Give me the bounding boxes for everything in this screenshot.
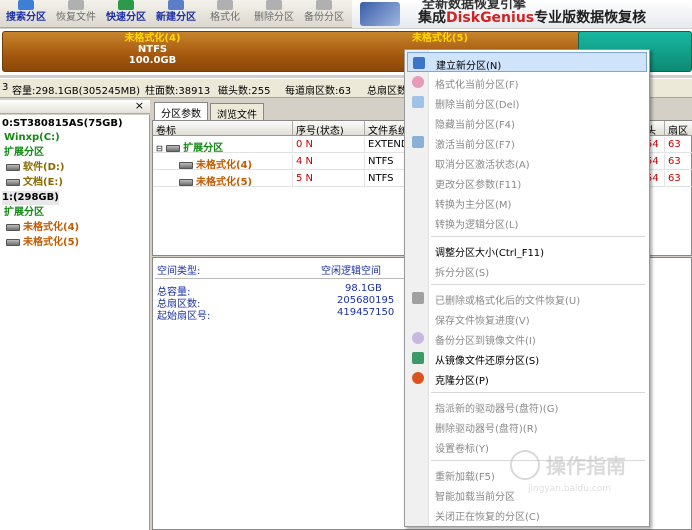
clone-icon [412,372,424,384]
menu-item-assign-letter[interactable]: 指派新的驱动器号(盘符)(G) [407,396,647,416]
start-sector-label: 起始扇区号: [157,311,211,322]
menu-separator [431,392,645,393]
quick-partition-icon [118,0,134,10]
menu-item-new-partition[interactable]: 建立新分区(N) [407,52,647,72]
toolbar: 搜索分区 恢复文件 快速分区 新建分区 格式化 删除分区 备份分区 全新数据恢复… [0,0,692,28]
tab-browse-files[interactable]: 浏览文件 [210,103,264,121]
search-partition-button[interactable]: 搜索分区 [2,0,50,28]
product-box-icon [360,2,400,26]
menu-item-file-recovery[interactable]: 已删除或格式化后的文件恢复(U) [407,288,647,308]
recover-file-button[interactable]: 恢复文件 [52,0,100,28]
menu-item-format[interactable]: 格式化当前分区(F) [407,72,647,92]
menu-item-remove-letter[interactable]: 删除驱动器号(盘符)(R) [407,416,647,436]
new-partition-icon [168,0,184,10]
recover-icon [412,292,424,304]
backup-partition-icon [316,0,332,10]
quick-partition-button[interactable]: 快速分区 [102,0,150,28]
space-type-label: 空间类型: [157,266,201,277]
new-partition-icon [413,57,425,69]
drive-icon [6,223,20,231]
tree-node-software[interactable]: 软件(D:) [6,161,64,175]
trash-icon [412,96,424,108]
tree-node-docs[interactable]: 文档(E:) [6,176,63,190]
menu-item-to-logical[interactable]: 转换为逻辑分区(L) [407,212,647,232]
tree-header: × [0,99,150,114]
menu-item-backup-image[interactable]: 备份分区到镜像文件(I) [407,328,647,348]
format-icon [217,0,233,10]
new-partition-button[interactable]: 新建分区 [152,0,200,28]
recover-file-icon [68,0,84,10]
tree-node-winxp[interactable]: Winxp(C:) [4,131,60,145]
menu-separator [431,284,645,285]
partition-4-block[interactable]: 未格式化(4) NTFS 100.0GB [6,33,299,70]
tree-node-unformatted4[interactable]: 未格式化(4) [6,221,79,235]
col-header-sector[interactable]: 扇区 [665,121,692,136]
restore-icon [412,352,424,364]
drive-icon [6,178,20,186]
format-icon [412,76,424,88]
tree-node-disk0[interactable]: 0:ST380815AS(75GB) [2,117,123,131]
close-icon[interactable]: × [135,99,144,112]
drive-icon [166,144,181,152]
drive-icon [179,161,193,169]
menu-item-close-recovering[interactable]: 关闭正在恢复的分区(C) [407,504,647,524]
drive-icon [179,178,193,186]
tree-node-extended1[interactable]: 扩展分区 [4,146,44,160]
delete-partition-button[interactable]: 删除分区 [250,0,298,28]
menu-item-hide[interactable]: 隐藏当前分区(F4) [407,112,647,132]
tree-node-unformatted5[interactable]: 未格式化(5) [6,236,79,250]
menu-item-activate[interactable]: 激活当前分区(F7) [407,132,647,152]
menu-item-restore-image[interactable]: 从镜像文件还原分区(S) [407,348,647,368]
watermark: 操作指南 jingyan.baidu.com [510,448,690,494]
menu-item-change-params[interactable]: 更改分区参数(F11) [407,172,647,192]
menu-item-to-primary[interactable]: 转换为主分区(M) [407,192,647,212]
sectors-value: 205680195 [337,295,395,306]
col-header-index[interactable]: 序号(状态) [293,121,365,136]
disk-tree: 0:ST380815AS(75GB) Winxp(C:) 扩展分区 软件(D:)… [0,115,150,530]
menu-item-clone[interactable]: 克隆分区(P) [407,368,647,388]
start-sector-value: 419457150 [337,307,395,318]
delete-partition-icon [266,0,282,10]
divider [155,278,405,279]
menu-item-resize[interactable]: 调整分区大小(Ctrl_F11) [407,240,647,260]
activate-icon [412,136,424,148]
backup-partition-button[interactable]: 备份分区 [300,0,348,28]
menu-item-deactivate[interactable]: 取消分区激活状态(A) [407,152,647,172]
menu-item-split[interactable]: 拆分分区(S) [407,260,647,280]
col-header-label[interactable]: 卷标 [153,121,293,136]
drive-icon [6,163,20,171]
backup-icon [412,332,424,344]
tree-node-extended2[interactable]: 扩展分区 [4,206,44,220]
menu-separator [431,236,645,237]
watermark-logo-icon [510,450,540,480]
menu-item-delete[interactable]: 删除当前分区(Del) [407,92,647,112]
search-partition-icon [18,0,34,10]
menu-item-save-progress[interactable]: 保存文件恢复进度(V) [407,308,647,328]
tree-node-disk1[interactable]: 1:(298GB) [2,191,59,205]
drive-icon [6,238,20,246]
banner-line2: 集成DiskGenius专业版数据恢复核 [418,10,647,26]
space-type-value: 空闲逻辑空间 [321,266,381,277]
tab-partition-params[interactable]: 分区参数 [154,102,208,120]
capacity-value: 98.1GB [345,283,382,294]
promo-banner[interactable]: 全新数据恢复引擎 集成DiskGenius专业版数据恢复核 [352,0,692,28]
format-button[interactable]: 格式化 [202,0,248,28]
